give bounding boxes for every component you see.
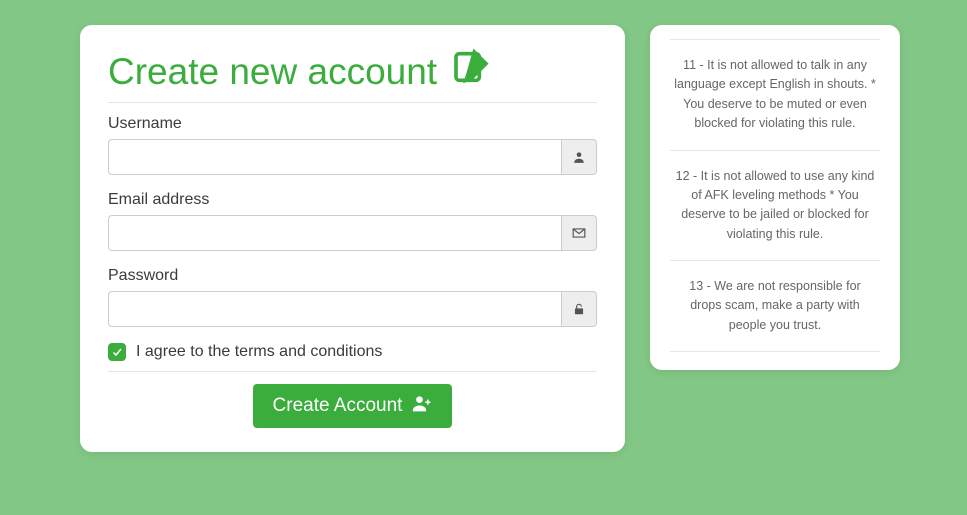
- page-title-row: Create new account: [108, 47, 597, 96]
- rules-card: 11 - It is not allowed to talk in any la…: [650, 25, 900, 370]
- divider: [108, 371, 597, 372]
- rule-item: 12 - It is not allowed to use any kind o…: [670, 151, 880, 261]
- rule-item: 11 - It is not allowed to talk in any la…: [670, 40, 880, 150]
- email-label: Email address: [108, 191, 597, 209]
- create-account-button-label: Create Account: [273, 395, 403, 417]
- username-input[interactable]: [108, 139, 561, 175]
- create-account-button[interactable]: Create Account: [253, 384, 453, 428]
- password-input[interactable]: [108, 291, 561, 327]
- envelope-icon: [561, 215, 597, 251]
- edit-icon: [451, 47, 491, 96]
- user-icon: [561, 139, 597, 175]
- username-label: Username: [108, 115, 597, 133]
- password-label: Password: [108, 267, 597, 285]
- rule-item: 13 - We are not responsible for drops sc…: [670, 261, 880, 351]
- page-title: Create new account: [108, 51, 437, 93]
- terms-label[interactable]: I agree to the terms and conditions: [136, 343, 382, 361]
- email-input[interactable]: [108, 215, 561, 251]
- user-plus-icon: [412, 393, 432, 419]
- divider: [108, 102, 597, 103]
- divider: [670, 351, 880, 352]
- lock-icon: [561, 291, 597, 327]
- create-account-card: Create new account Username Email addres…: [80, 25, 625, 452]
- terms-checkbox[interactable]: [108, 343, 126, 361]
